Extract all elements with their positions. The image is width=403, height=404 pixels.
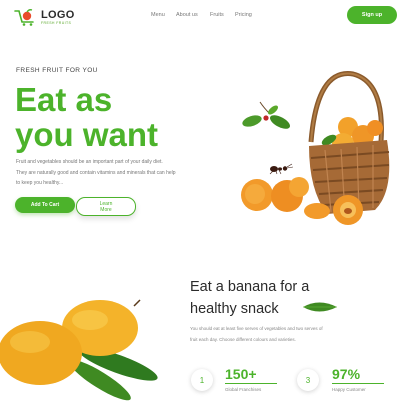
signup-button[interactable]: Sign up bbox=[347, 6, 397, 24]
stat-value-happy-customer: 97% bbox=[332, 366, 361, 382]
stat-label-happy-customer: Happy Customer bbox=[332, 387, 366, 392]
hero-description-line: to keep you healthy... bbox=[16, 180, 64, 186]
hero-description: Fruit and vegetables should be an import… bbox=[16, 157, 216, 189]
learn-more-label-line1: Learn bbox=[99, 200, 113, 207]
nav-about-us[interactable]: About us bbox=[176, 12, 198, 18]
hero-kicker: FRESH FRUIT FOR YOU bbox=[16, 67, 98, 74]
learn-more-label-line2: More bbox=[100, 206, 112, 213]
nav-menu[interactable]: Menu bbox=[151, 12, 165, 18]
leaf-icon bbox=[303, 302, 337, 312]
section-title-line1: Eat a banana for a bbox=[190, 279, 310, 295]
nav-fruits[interactable]: Fruits bbox=[210, 12, 224, 18]
stat-index-circle: 3 bbox=[297, 369, 319, 391]
section-description-line: fruit each day. Choose different colours… bbox=[190, 336, 296, 342]
stat-value-franchises: 150+ bbox=[225, 366, 257, 382]
nav-pricing[interactable]: Pricing bbox=[235, 12, 252, 18]
learn-more-button[interactable]: Learn More bbox=[76, 197, 136, 216]
hero-title-line2: you want bbox=[15, 116, 159, 153]
stat-index-circle: 1 bbox=[191, 369, 213, 391]
section-description-line: You should eat at least five serves of v… bbox=[190, 326, 323, 331]
hero-title-line1: Eat as bbox=[15, 81, 113, 118]
hero-description-line: Fruit and vegetables should be an import… bbox=[16, 159, 163, 165]
logo-subtitle: FRESH FRUITS bbox=[41, 21, 72, 25]
logo-text[interactable]: LOGO bbox=[41, 9, 75, 21]
section-description: You should eat at least five serves of v… bbox=[190, 324, 390, 345]
add-to-cart-button[interactable]: Add To Cart bbox=[15, 197, 75, 213]
stat-underline bbox=[225, 383, 277, 384]
mango-image bbox=[0, 299, 158, 401]
stat-label-franchises: Global Franchises bbox=[225, 387, 262, 392]
section-title-line2: healthy snack bbox=[190, 301, 279, 317]
basket-logo-icon bbox=[14, 9, 34, 26]
fruit-basket-image bbox=[241, 71, 390, 225]
hero-description-line: They are naturally good and contain vita… bbox=[16, 169, 176, 176]
stat-underline bbox=[332, 383, 384, 384]
